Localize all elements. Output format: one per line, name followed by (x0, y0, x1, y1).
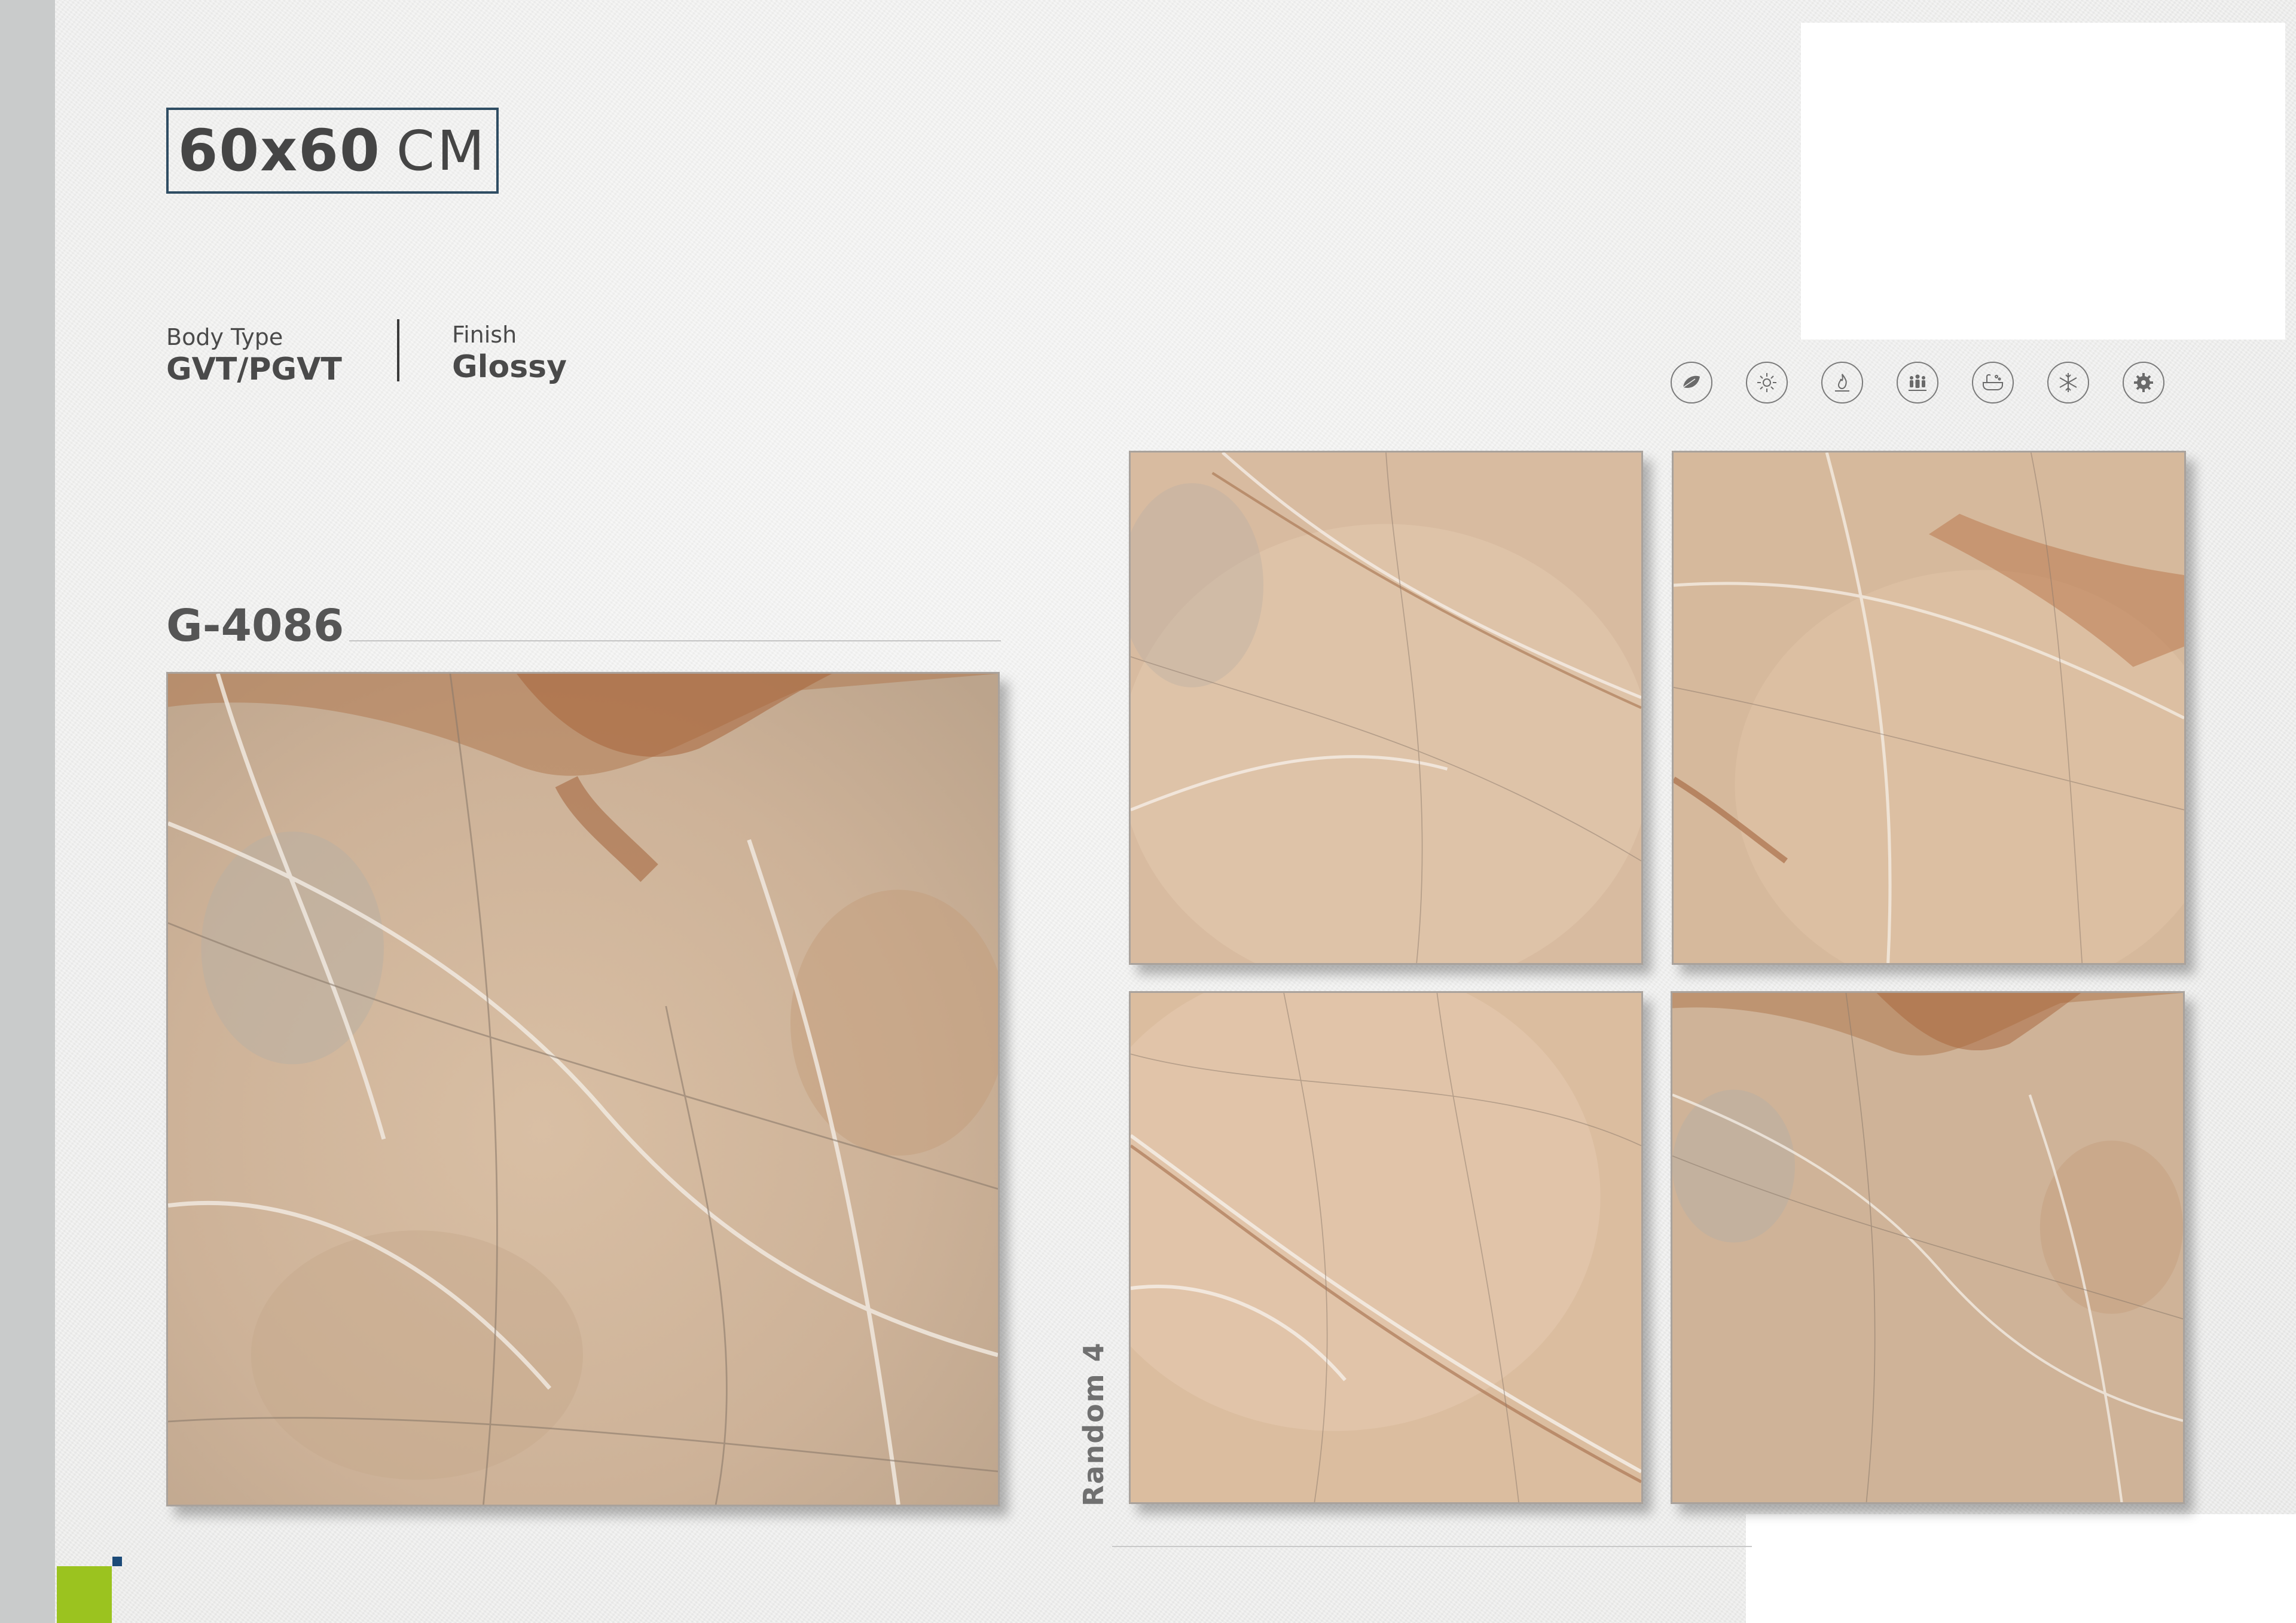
snowflake-icon (2047, 362, 2089, 404)
blank-panel-bottom (1746, 1514, 2296, 1623)
tile-main-image (166, 672, 1000, 1506)
finish-label: Finish (452, 322, 517, 348)
size-badge: 60x60 CM (166, 108, 499, 194)
blank-panel-top (1801, 23, 2285, 340)
left-sidebar-strip (0, 0, 55, 1623)
sun-icon (1746, 362, 1788, 404)
bottom-rule (1112, 1546, 1752, 1547)
size-unit: CM (396, 118, 487, 183)
fire-resistant-icon (1821, 362, 1863, 404)
size-number: 60x60 (178, 117, 381, 184)
gear-icon (2123, 362, 2164, 404)
tile-variant-1-image (1129, 451, 1643, 965)
body-type-label: Body Type (166, 324, 283, 350)
body-type-value: GVT/PGVT (166, 352, 342, 387)
finish-value: Glossy (452, 349, 567, 385)
feature-icon-row (1671, 362, 2164, 404)
product-code: G-4086 (166, 600, 344, 652)
product-code-rule (349, 640, 1001, 641)
spec-body-type: Body Type GVT/PGVT (166, 323, 342, 387)
accent-green-square (57, 1566, 112, 1623)
spec-divider (397, 319, 399, 381)
accent-blue-square (112, 1557, 122, 1566)
random-variants-label: Random 4 (1077, 1341, 1110, 1506)
leaf-icon (1671, 362, 1712, 404)
tile-variant-4-image (1671, 991, 2185, 1504)
tile-variant-3-image (1129, 991, 1643, 1504)
bathtub-icon (1972, 362, 2014, 404)
people-icon (1897, 362, 1938, 404)
tile-variant-2-image (1672, 451, 2186, 965)
spec-finish: Finish Glossy (452, 320, 567, 385)
